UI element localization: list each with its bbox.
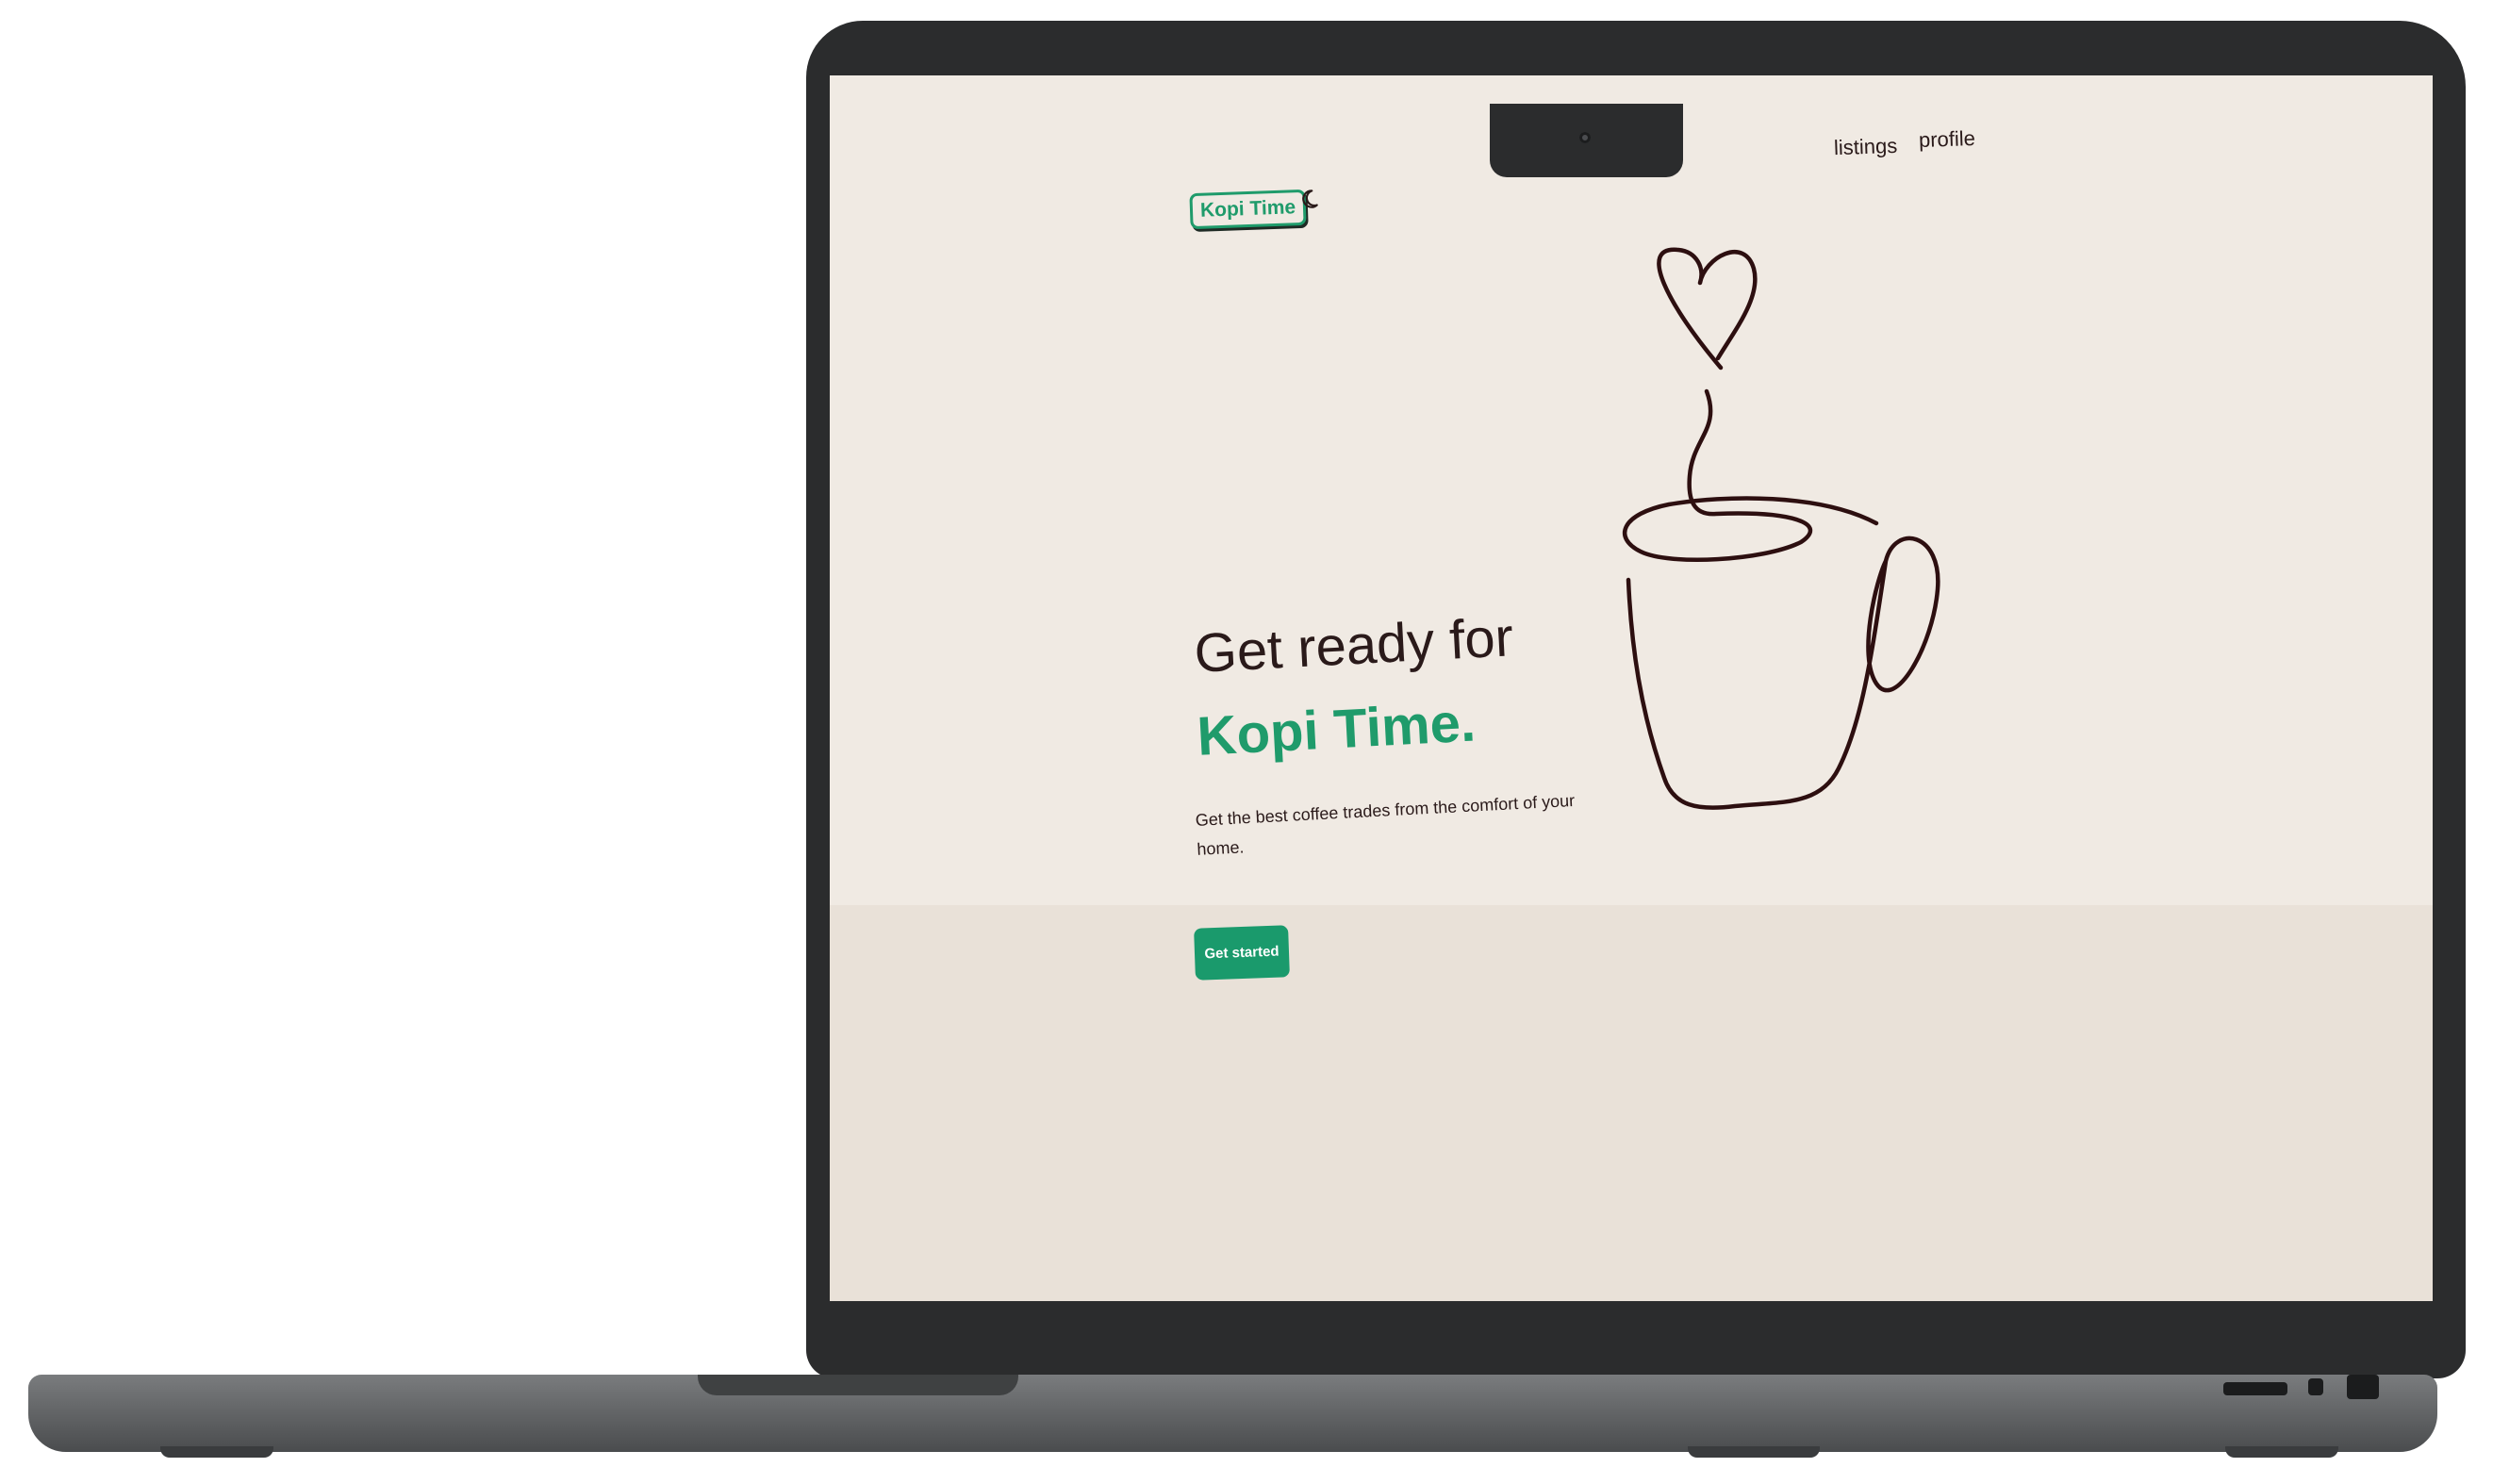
nav-link-listings[interactable]: listings [1834, 134, 1898, 160]
page-lower-section [830, 905, 2433, 1301]
laptop-foot [1688, 1446, 1820, 1458]
sd-card-slot [2223, 1382, 2287, 1395]
laptop-foot [160, 1446, 273, 1458]
hdmi-port [2347, 1375, 2379, 1399]
headphone-jack [2308, 1378, 2323, 1395]
get-started-button[interactable]: Get started [1194, 925, 1290, 981]
laptop-mockup: Kopi Time listings profile Get ready for… [0, 0, 2493, 1484]
moon-icon[interactable] [1296, 187, 1321, 211]
camera-icon [1579, 132, 1591, 143]
nav-link-profile[interactable]: profile [1919, 126, 1976, 153]
base-hinge [698, 1375, 1018, 1395]
laptop-base [28, 1375, 2437, 1452]
laptop-foot [2225, 1446, 2338, 1458]
coffee-cup-heart-icon [1622, 247, 1940, 810]
brand-logo[interactable]: Kopi Time [1189, 189, 1307, 230]
